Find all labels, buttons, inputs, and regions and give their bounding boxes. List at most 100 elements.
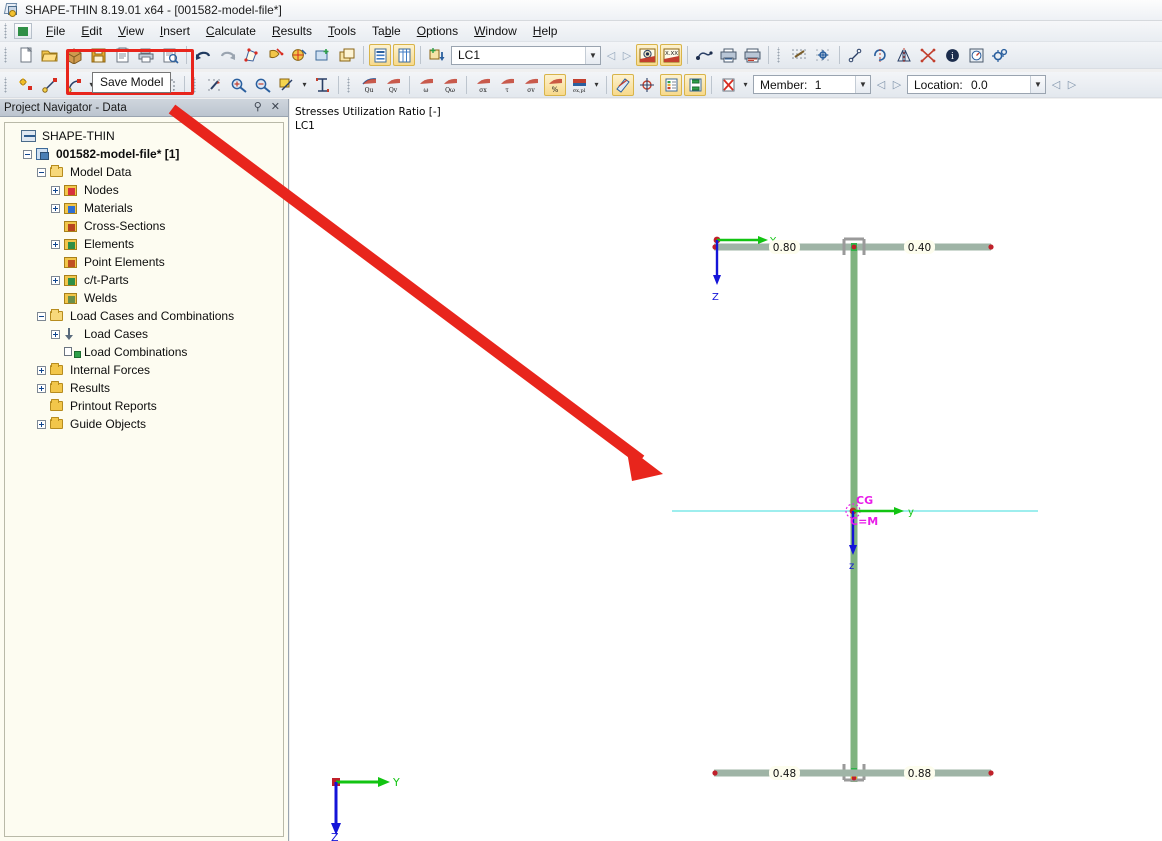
select-special-icon[interactable] bbox=[288, 44, 310, 66]
clear-results-icon[interactable] bbox=[717, 74, 739, 96]
section-properties-icon[interactable] bbox=[311, 74, 333, 96]
toolbar-grip-1[interactable] bbox=[3, 47, 12, 63]
clear-results-chevron-icon[interactable]: ▾ bbox=[740, 74, 751, 96]
tree-item[interactable]: Model Data bbox=[9, 163, 283, 181]
menu-item-table[interactable]: Table bbox=[364, 21, 409, 41]
display-options-chevron-icon[interactable]: ▾ bbox=[299, 74, 310, 96]
member-selector[interactable]: Member: 1 ▼ bbox=[753, 75, 871, 94]
previous-location-button[interactable]: ◁ bbox=[1048, 75, 1064, 95]
next-location-button[interactable]: ▷ bbox=[1064, 75, 1080, 95]
tree-collapse-toggle[interactable] bbox=[37, 168, 46, 177]
load-icon[interactable] bbox=[204, 74, 226, 96]
rendering-icon[interactable] bbox=[693, 44, 715, 66]
table-view-icon[interactable] bbox=[369, 44, 391, 66]
menu-item-calculate[interactable]: Calculate bbox=[198, 21, 264, 41]
menu-item-file[interactable]: FFileile bbox=[38, 21, 73, 41]
tree-collapse-toggle[interactable] bbox=[37, 312, 46, 321]
intersect-icon[interactable] bbox=[917, 44, 939, 66]
new-view-icon[interactable] bbox=[312, 44, 334, 66]
menu-item-insert[interactable]: Insert bbox=[152, 21, 198, 41]
app-menu-icon[interactable] bbox=[14, 23, 32, 39]
printout-report-icon[interactable] bbox=[111, 44, 133, 66]
toolbar-grip-2[interactable] bbox=[776, 47, 785, 63]
show-results-icon[interactable] bbox=[636, 44, 658, 66]
menu-item-view[interactable]: View bbox=[110, 21, 152, 41]
new-element-icon[interactable] bbox=[39, 74, 61, 96]
previous-member-button[interactable]: ◁ bbox=[873, 75, 889, 95]
tree-item[interactable]: Results bbox=[9, 379, 283, 397]
info-icon[interactable]: i bbox=[941, 44, 963, 66]
tree-expand-toggle[interactable] bbox=[51, 186, 60, 195]
close-icon[interactable]: ✕ bbox=[271, 102, 280, 113]
menu-item-help[interactable]: Help bbox=[525, 21, 566, 41]
center-view-icon[interactable] bbox=[636, 74, 658, 96]
undo-icon[interactable] bbox=[192, 44, 214, 66]
result-utilization-icon[interactable]: % bbox=[544, 74, 566, 96]
open-example-icon[interactable] bbox=[63, 44, 85, 66]
result-qv-icon[interactable]: Qv bbox=[382, 74, 404, 96]
result-qu-icon[interactable]: Qu bbox=[358, 74, 380, 96]
move-icon[interactable] bbox=[845, 44, 867, 66]
menu-item-results[interactable]: Results bbox=[264, 21, 320, 41]
tree-item[interactable]: c/t-Parts bbox=[9, 271, 283, 289]
grid-settings-icon[interactable] bbox=[812, 44, 834, 66]
menu-item-window[interactable]: Window bbox=[466, 21, 525, 41]
result-tau-icon[interactable]: τ bbox=[496, 74, 518, 96]
zoom-in-icon[interactable] bbox=[228, 74, 250, 96]
print-graphic-2-icon[interactable] bbox=[741, 44, 763, 66]
result-options-chevron-icon[interactable]: ▾ bbox=[591, 74, 602, 96]
tree-expand-toggle[interactable] bbox=[51, 240, 60, 249]
tree-item[interactable]: SHAPE-THIN bbox=[9, 127, 283, 145]
result-sigma-v-icon[interactable]: σv bbox=[520, 74, 542, 96]
tree-item[interactable]: 001582-model-file* [1] bbox=[9, 145, 283, 163]
tree-collapse-toggle[interactable] bbox=[23, 150, 32, 159]
chevron-down-icon[interactable]: ▼ bbox=[1030, 76, 1045, 93]
print-icon[interactable] bbox=[135, 44, 157, 66]
menu-grip[interactable] bbox=[3, 23, 12, 39]
tree-item[interactable]: Point Elements bbox=[9, 253, 283, 271]
tree-item[interactable]: Nodes bbox=[9, 181, 283, 199]
chevron-down-icon[interactable]: ▼ bbox=[585, 47, 600, 64]
toolbar-grip-4[interactable] bbox=[192, 77, 201, 93]
zoom-out-icon[interactable] bbox=[252, 74, 274, 96]
mirror-icon[interactable] bbox=[893, 44, 915, 66]
save-icon[interactable] bbox=[87, 44, 109, 66]
tree-expand-toggle[interactable] bbox=[37, 366, 46, 375]
toolbar-grip-5[interactable] bbox=[346, 77, 355, 93]
next-load-case-button[interactable]: ▷ bbox=[619, 45, 635, 65]
tree-item[interactable]: Printout Reports bbox=[9, 397, 283, 415]
open-icon[interactable] bbox=[39, 44, 61, 66]
print-graphic-icon[interactable] bbox=[717, 44, 739, 66]
tree-item[interactable]: Load Combinations bbox=[9, 343, 283, 361]
menu-item-options[interactable]: Options bbox=[409, 21, 466, 41]
toolbar-grip-3[interactable] bbox=[3, 77, 12, 93]
redo-icon[interactable] bbox=[216, 44, 238, 66]
tree-expand-toggle[interactable] bbox=[37, 384, 46, 393]
display-properties-icon[interactable] bbox=[276, 74, 298, 96]
print-preview-icon[interactable] bbox=[159, 44, 181, 66]
tree-expand-toggle[interactable] bbox=[51, 276, 60, 285]
result-sigma-x-icon[interactable]: σx bbox=[472, 74, 494, 96]
tree-item[interactable]: Materials bbox=[9, 199, 283, 217]
tree-item[interactable]: Welds bbox=[9, 289, 283, 307]
tree-item[interactable]: Guide Objects bbox=[9, 415, 283, 433]
menu-item-edit[interactable]: Edit bbox=[73, 21, 110, 41]
load-case-selector[interactable]: LC1 ▼ bbox=[451, 46, 601, 65]
new-icon[interactable] bbox=[15, 44, 37, 66]
location-selector[interactable]: Location: 0.0 ▼ bbox=[907, 75, 1046, 94]
rotate-icon[interactable] bbox=[869, 44, 891, 66]
window-icon[interactable] bbox=[336, 44, 358, 66]
tree-item[interactable]: Cross-Sections bbox=[9, 217, 283, 235]
result-qomega-icon[interactable]: Qω bbox=[439, 74, 461, 96]
result-omega-icon[interactable]: ω bbox=[415, 74, 437, 96]
check-icon[interactable] bbox=[965, 44, 987, 66]
new-arc-element-icon[interactable] bbox=[63, 74, 85, 96]
select-icon[interactable] bbox=[264, 44, 286, 66]
load-case-icon[interactable] bbox=[426, 44, 448, 66]
result-diagram-icon[interactable] bbox=[684, 74, 706, 96]
pin-icon[interactable]: ⚲ bbox=[254, 102, 262, 113]
settings-icon[interactable] bbox=[989, 44, 1011, 66]
tree-item[interactable]: Load Cases and Combinations bbox=[9, 307, 283, 325]
tree-expand-toggle[interactable] bbox=[37, 420, 46, 429]
result-values-icon[interactable]: X.XX bbox=[660, 44, 682, 66]
